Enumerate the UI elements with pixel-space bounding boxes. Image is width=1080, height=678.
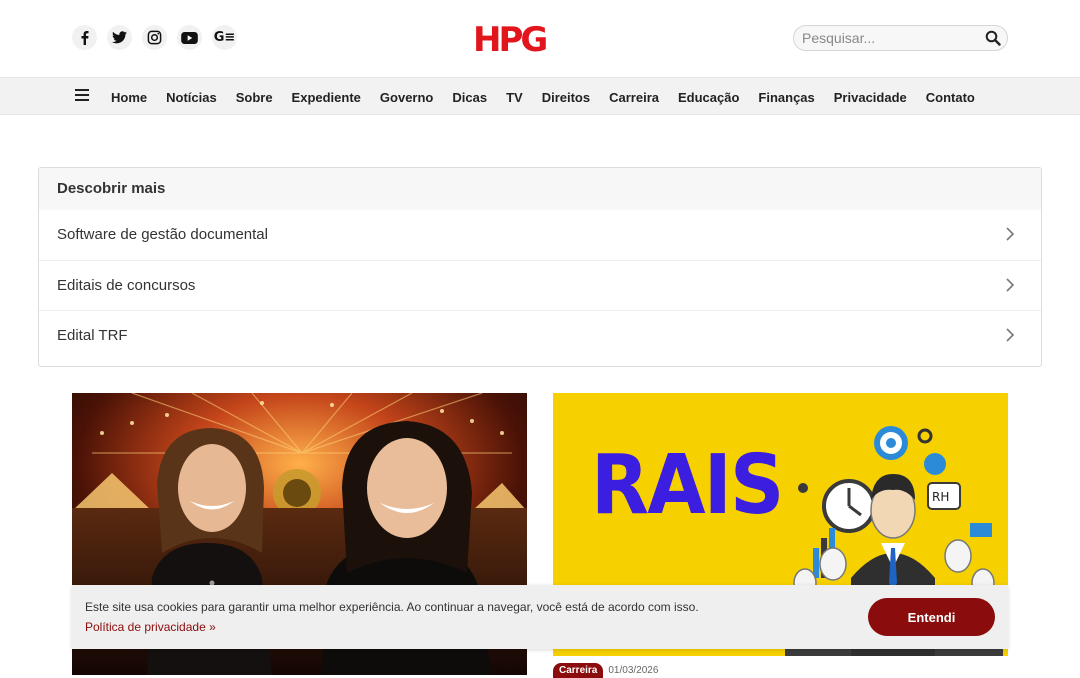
facebook-icon[interactable] [72,25,97,50]
twitter-icon[interactable] [107,25,132,50]
privacy-policy-link[interactable]: Política de privacidade » [85,620,216,634]
discover-item[interactable]: Edital TRF [39,311,1041,362]
nav-item-noticias[interactable]: Notícias [166,90,217,105]
rh-badge-text: RH [932,490,949,504]
nav-item-educacao[interactable]: Educação [678,90,739,105]
nav-item-contato[interactable]: Contato [926,90,975,105]
discover-more-panel: Descobrir mais Software de gestão docume… [38,167,1042,367]
search-input[interactable] [802,29,977,47]
nav-item-direitos[interactable]: Direitos [542,90,590,105]
search-icon[interactable] [985,30,1001,46]
nav-item-home[interactable]: Home [111,90,147,105]
nav-item-governo[interactable]: Governo [380,90,433,105]
nav-item-expediente[interactable]: Expediente [292,90,361,105]
chevron-right-icon [1006,227,1015,241]
youtube-icon[interactable] [177,25,202,50]
search-box [793,25,1008,51]
discover-item-label: Edital TRF [57,327,128,344]
article-date: 01/03/2026 [608,665,659,676]
discover-item-label: Editais de concursos [57,276,196,294]
discover-item-label: Software de gestão documental [57,226,268,243]
logo-text: HPG [473,20,546,56]
nav-item-tv[interactable]: TV [506,90,523,105]
main-navigation: Home Notícias Sobre Expediente Governo D… [0,77,1080,115]
google-news-icon[interactable]: G≡ [212,25,237,50]
cookie-banner: Este site usa cookies para garantir uma … [72,585,1008,649]
nav-item-sobre[interactable]: Sobre [236,90,273,105]
chevron-right-icon [1006,328,1015,342]
nav-item-dicas[interactable]: Dicas [452,90,487,105]
rais-title-text: RAIS [591,438,784,533]
discover-item[interactable]: Software de gestão documental [39,210,1041,261]
cookie-message: Este site usa cookies para garantir uma … [85,600,699,614]
accept-cookies-button[interactable]: Entendi [868,598,995,636]
discover-title: Descobrir mais [39,168,1041,210]
social-links: G≡ [72,25,237,50]
nav-item-privacidade[interactable]: Privacidade [834,90,907,105]
top-header: G≡ HPG [0,0,1080,76]
article-meta: Carreira 01/03/2026 [553,663,658,678]
category-badge[interactable]: Carreira [553,663,604,678]
nav-links: Home Notícias Sobre Expediente Governo D… [111,78,994,116]
site-logo[interactable]: HPG [473,20,555,60]
instagram-icon[interactable] [142,25,167,50]
chevron-right-icon [1006,277,1015,292]
menu-icon[interactable] [75,89,89,103]
discover-item[interactable]: Editais de concursos [39,261,1041,311]
nav-item-financas[interactable]: Finanças [758,90,814,105]
nav-item-carreira[interactable]: Carreira [609,90,659,105]
